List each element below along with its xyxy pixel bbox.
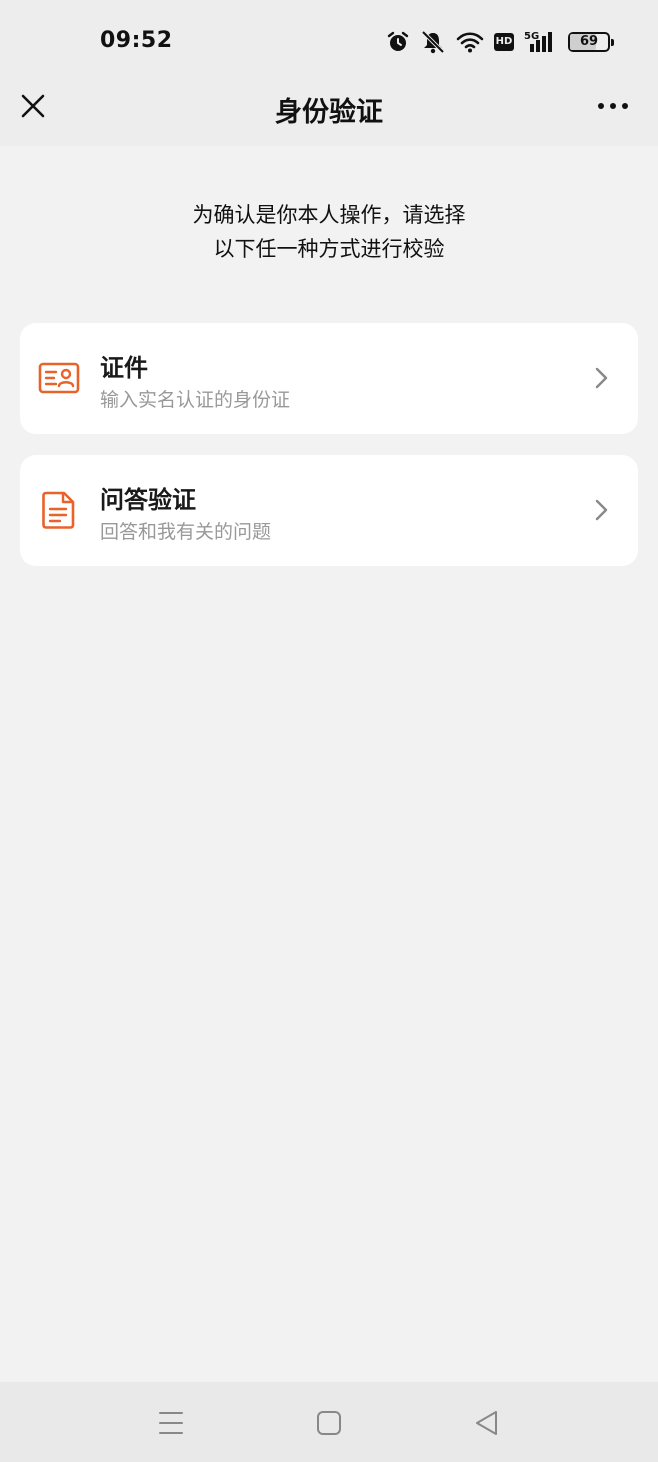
option-subtitle: 回答和我有关的问题: [100, 521, 272, 543]
intro-line-1: 为确认是你本人操作，请选择: [192, 203, 466, 227]
chevron-right-icon: [595, 499, 608, 521]
option-title: 证件: [100, 354, 148, 382]
system-nav-bar: [0, 1382, 658, 1462]
hd-icon: HD: [494, 33, 514, 51]
option-subtitle: 输入实名认证的身份证: [100, 389, 291, 411]
nav-bar: 身份验证: [0, 80, 658, 146]
status-icons: HD 5G 69: [386, 28, 614, 56]
document-icon: [42, 491, 75, 529]
option-title: 问答验证: [100, 486, 196, 514]
more-icon[interactable]: [596, 92, 630, 120]
intro-text: 为确认是你本人操作，请选择 以下任一种方式进行校验: [0, 198, 658, 266]
5g-signal-icon: 5G: [524, 31, 552, 52]
wifi-icon: [456, 32, 484, 53]
home-icon[interactable]: [312, 1406, 346, 1440]
menu-icon[interactable]: [154, 1406, 188, 1440]
id-card-icon: [38, 362, 80, 394]
alarm-icon: [387, 31, 409, 51]
intro-line-2: 以下任一种方式进行校验: [213, 237, 445, 261]
page-title: 身份验证: [275, 97, 383, 128]
chevron-right-icon: [595, 367, 608, 389]
status-time: 09:52: [100, 28, 173, 53]
battery-percentage: 69: [579, 34, 599, 49]
battery-icon: 69: [568, 32, 614, 52]
mute-bell-icon: [421, 30, 445, 54]
option-qa-verification[interactable]: 问答验证 回答和我有关的问题: [20, 455, 638, 566]
status-bar: 09:52 HD 5G 69: [0, 0, 658, 80]
option-id-card[interactable]: 证件 输入实名认证的身份证: [20, 323, 638, 434]
back-icon[interactable]: [470, 1406, 504, 1440]
